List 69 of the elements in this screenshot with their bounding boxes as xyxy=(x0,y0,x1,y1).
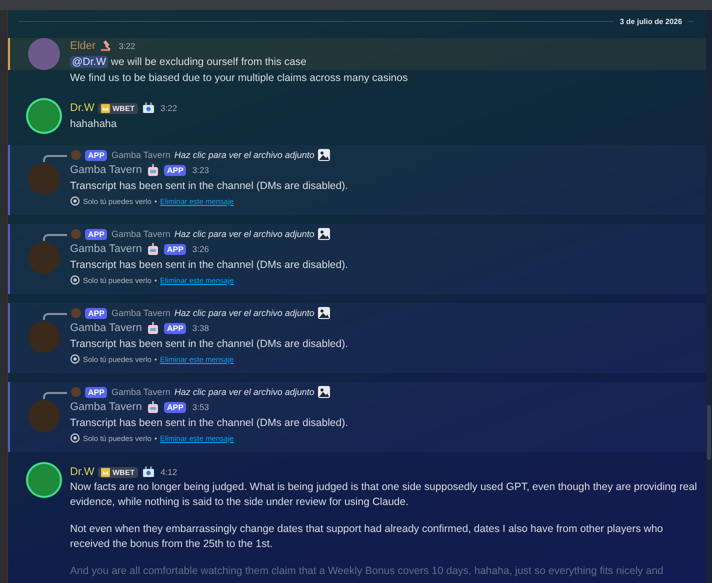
user-avatar[interactable] xyxy=(28,100,60,132)
timestamp: 3:22 xyxy=(118,41,136,51)
timestamp: 4:12 xyxy=(160,467,178,477)
reply-connector xyxy=(43,312,67,320)
image-icon xyxy=(318,386,330,398)
reply-connector xyxy=(43,234,67,240)
message-text: hahahaha xyxy=(70,117,118,132)
timestamp: 3:38 xyxy=(192,323,209,333)
user-avatar[interactable] xyxy=(28,464,60,496)
mini-avatar xyxy=(71,229,81,239)
crown-icon xyxy=(101,104,110,112)
message-text: Transcript has been sent in the channel (DMs are disabled). xyxy=(70,179,350,194)
gavel-icon xyxy=(100,40,113,52)
robot-icon xyxy=(146,242,160,256)
reply-preview[interactable]: Haz clic para ver el archivo adjunto xyxy=(174,387,314,397)
timestamp: 3:53 xyxy=(192,402,209,412)
eye-icon xyxy=(70,275,80,285)
message-text: Transcript has been sent in the channel (DMs are disabled). xyxy=(70,337,350,352)
reply-author[interactable]: Gamba Tavern xyxy=(111,308,170,318)
app-badge: APP xyxy=(164,244,186,254)
robot-icon xyxy=(146,322,160,334)
app-badge: APP xyxy=(85,228,108,240)
app-badge: APP xyxy=(85,386,108,398)
reply-author[interactable]: Gamba Tavern xyxy=(111,150,170,160)
timestamp: 3:23 xyxy=(192,165,209,175)
eye-icon xyxy=(70,354,80,364)
message-text: And you are all comfortable watching them claim that a Weekly Bonus covers 10 days, hahaha, just so everything fits nicely and xyxy=(70,564,664,579)
crown-icon xyxy=(101,468,110,476)
image-icon xyxy=(318,149,330,161)
author-name[interactable]: Dr.W xyxy=(70,466,94,478)
user-mention[interactable]: @Dr.W xyxy=(70,56,108,68)
reply-author[interactable]: Gamba Tavern xyxy=(111,229,170,239)
scrollbar-thumb[interactable] xyxy=(707,405,711,460)
app-badge: APP xyxy=(85,150,108,160)
tv-icon xyxy=(142,466,155,478)
reply-preview[interactable]: Haz clic para ver el archivo adjunto xyxy=(174,150,314,160)
author-name[interactable]: Elder xyxy=(70,40,96,52)
robot-icon xyxy=(146,164,160,176)
tv-icon xyxy=(142,102,155,114)
author-name[interactable]: Gamba Tavern xyxy=(70,322,142,334)
reply-connector xyxy=(43,392,67,398)
app-badge: APP xyxy=(85,308,108,318)
reply-preview[interactable]: Haz clic para ver el archivo adjunto xyxy=(174,229,314,239)
message-text: Transcript has been sent in the channel (DMs are disabled). xyxy=(70,416,350,431)
mini-avatar xyxy=(71,387,81,397)
mini-avatar xyxy=(71,150,81,160)
message-text: Now facts are no longer being judged. What is being judged is that one side supposedly used GPT, even though they are providing real evidence, while nothing is said to the side under review for using Claude. xyxy=(70,480,698,510)
robot-icon xyxy=(146,400,160,414)
image-icon xyxy=(318,228,330,240)
message-text: Not even when they embarrassingly change dates that support had already confirmed, dates I also have from other players who received the bonus from the 25th to the 1st. xyxy=(70,522,664,552)
image-icon xyxy=(318,307,330,319)
app-badge: APP xyxy=(164,402,186,412)
author-name[interactable]: Dr.W xyxy=(70,102,94,114)
reply-author[interactable]: Gamba Tavern xyxy=(111,387,170,397)
message-text: @Dr.W we will be excluding ourself from this case xyxy=(70,55,308,70)
eye-icon xyxy=(70,196,80,206)
mini-avatar xyxy=(71,308,81,318)
timestamp: 3:22 xyxy=(160,103,178,113)
author-name[interactable]: Gamba Tavern xyxy=(70,401,142,413)
app-badge: APP xyxy=(164,322,186,334)
reply-preview[interactable]: Haz clic para ver el archivo adjunto xyxy=(174,308,314,318)
message-text: We find us to be biased due to your multiple claims across many casinos xyxy=(70,71,409,86)
timestamp: 3:26 xyxy=(192,244,209,254)
reply-connector xyxy=(43,154,67,162)
message-text: Transcript has been sent in the channel (DMs are disabled). xyxy=(70,258,350,273)
app-badge: APP xyxy=(164,164,186,176)
author-name[interactable]: Gamba Tavern xyxy=(70,243,142,255)
author-name[interactable]: Gamba Tavern xyxy=(70,164,142,176)
eye-icon xyxy=(70,433,80,443)
